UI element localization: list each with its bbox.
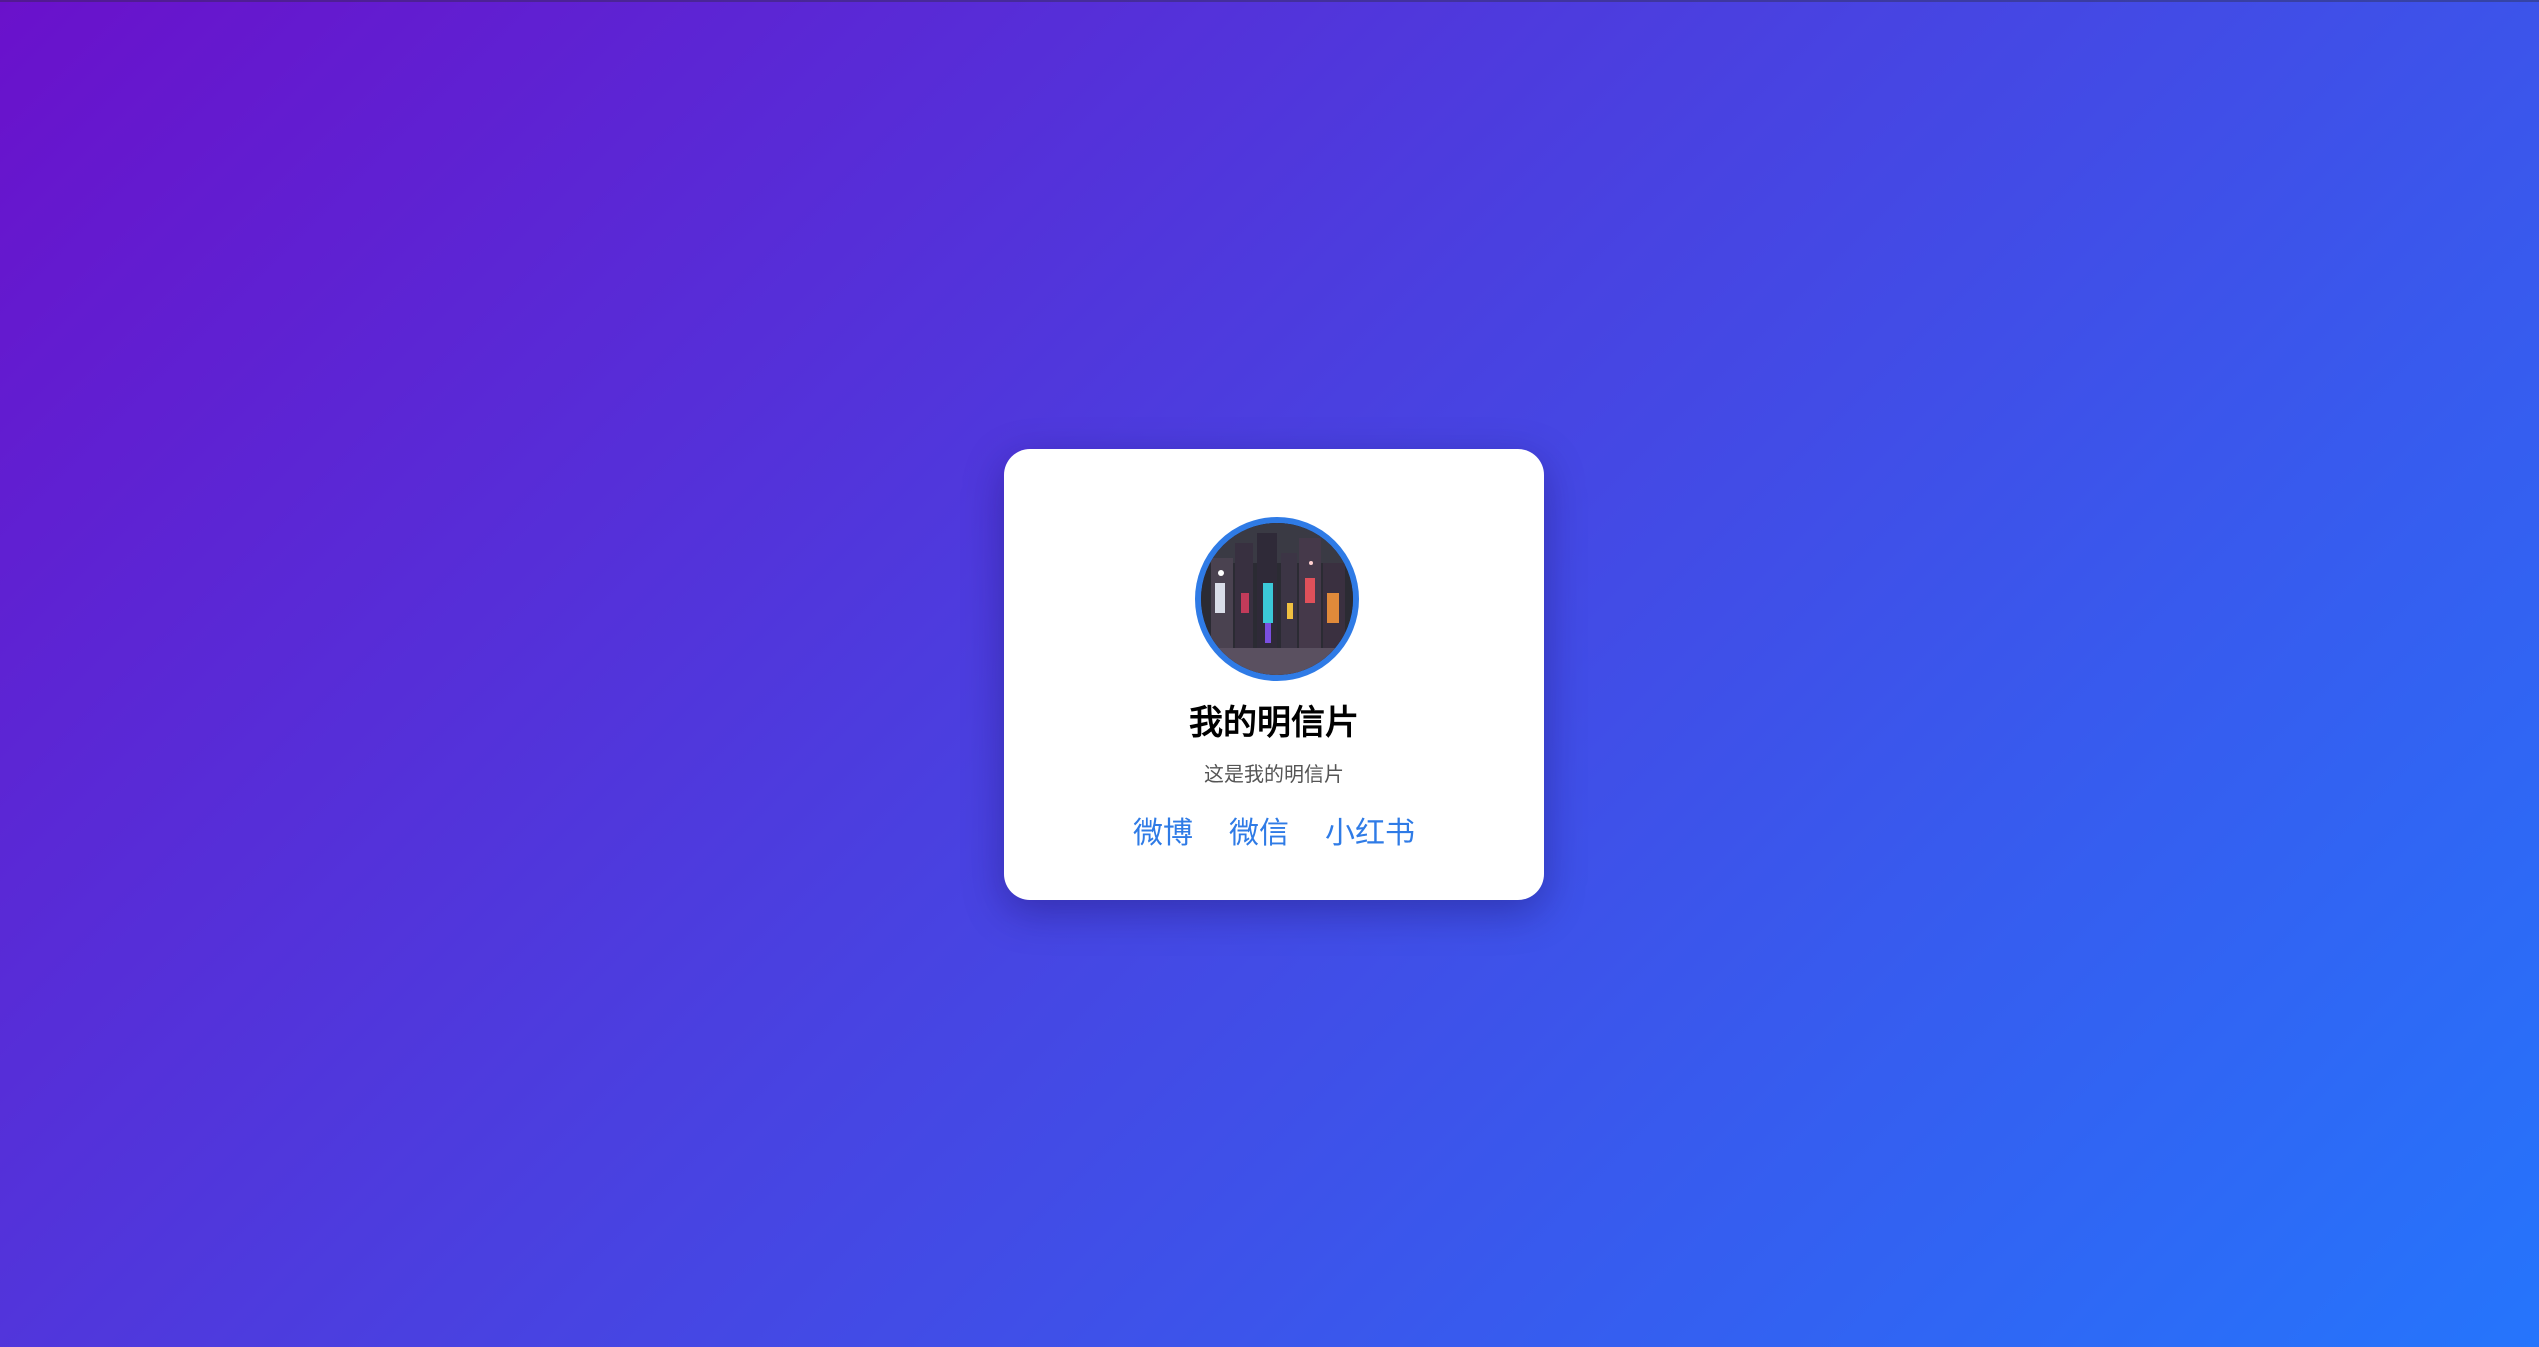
avatar-photo-icon	[1201, 523, 1353, 675]
card-title: 我的明信片	[1189, 703, 1359, 743]
card-subtitle: 这是我的明信片	[1204, 762, 1344, 786]
avatar	[1195, 517, 1359, 681]
top-divider	[0, 0, 2539, 2]
link-wechat[interactable]: 微信	[1229, 814, 1289, 854]
postcard: 我的明信片 这是我的明信片 微博 微信 小红书	[1004, 449, 1544, 900]
social-links: 微博 微信 小红书	[1004, 814, 1544, 854]
link-weibo[interactable]: 微博	[1133, 814, 1193, 854]
link-xiaohongshu[interactable]: 小红书	[1325, 814, 1415, 854]
